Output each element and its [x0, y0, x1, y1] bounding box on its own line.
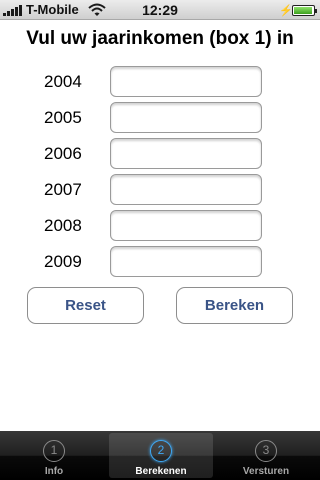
- tab-berekenen[interactable]: 2 Berekenen: [109, 433, 213, 478]
- income-row-2006: 2006: [0, 138, 320, 170]
- charging-icon: ⚡: [279, 5, 293, 17]
- income-row-2008: 2008: [0, 210, 320, 242]
- income-row-2004: 2004: [0, 66, 320, 98]
- income-input-2006[interactable]: [110, 138, 262, 169]
- tab-label: Info: [44, 466, 64, 477]
- income-row-2005: 2005: [0, 102, 320, 134]
- status-bar: T-Mobile 12:29 ⚡: [0, 0, 320, 20]
- page-title: Vul uw jaarinkomen (box 1) in: [26, 28, 294, 49]
- status-time: 12:29: [142, 2, 178, 18]
- circle-number-3-icon: 3: [255, 440, 277, 462]
- circle-number-2-icon: 2: [150, 440, 172, 462]
- income-input-2005[interactable]: [110, 102, 262, 133]
- tab-bar: 1 Info 2 Berekenen 3 Versturen: [0, 431, 320, 480]
- year-label: 2006: [44, 144, 82, 163]
- calculate-button[interactable]: Bereken: [176, 287, 293, 324]
- income-input-2009[interactable]: [110, 246, 262, 277]
- tab-info[interactable]: 1 Info: [2, 433, 106, 478]
- battery-icon: [292, 5, 317, 16]
- year-label: 2007: [44, 180, 82, 199]
- tab-label: Versturen: [242, 466, 290, 477]
- reset-button[interactable]: Reset: [27, 287, 144, 324]
- income-row-2007: 2007: [0, 174, 320, 206]
- year-label: 2005: [44, 108, 82, 127]
- tab-versturen[interactable]: 3 Versturen: [214, 433, 318, 478]
- year-label: 2009: [44, 252, 82, 271]
- income-input-2004[interactable]: [110, 66, 262, 97]
- income-row-2009: 2009: [0, 246, 320, 278]
- battery-fill: [294, 7, 313, 14]
- year-label: 2004: [44, 72, 82, 91]
- circle-number-1-icon: 1: [43, 440, 65, 462]
- tab-label: Berekenen: [135, 466, 187, 477]
- income-input-2008[interactable]: [110, 210, 262, 241]
- year-label: 2008: [44, 216, 82, 235]
- income-input-2007[interactable]: [110, 174, 262, 205]
